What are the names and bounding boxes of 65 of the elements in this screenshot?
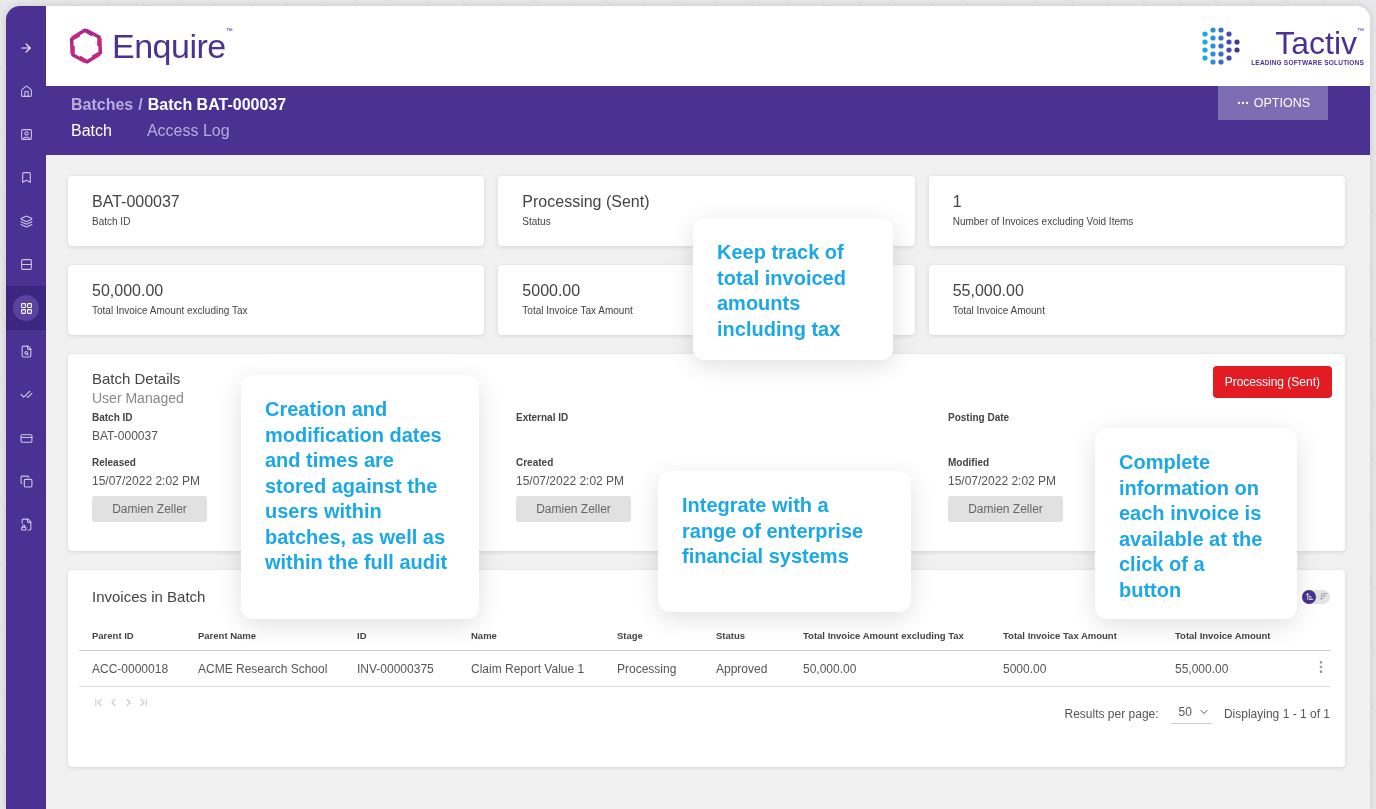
table-cell: 5000.00 xyxy=(990,650,1162,687)
field-value: 15/07/2022 2:02 PM xyxy=(948,474,1057,488)
table-cell: 55,000.00 xyxy=(1162,650,1282,687)
stat-value: 1 xyxy=(952,193,963,211)
stat-label: Total Invoice Amount xyxy=(952,305,1046,316)
callout: Creation and modification dates and times are stored against the users within batches, as well as within the full audit xyxy=(241,375,479,619)
column-header[interactable]: Stage xyxy=(604,630,703,651)
partner-name: Tactiv$^{™}$ xyxy=(1275,26,1364,59)
table-cell: Processing xyxy=(604,650,703,687)
stat-label: Status xyxy=(522,216,552,227)
card-subtitle: User Managed xyxy=(92,390,184,406)
field-label: Posting Date xyxy=(948,412,1010,423)
results-label: Results per page: xyxy=(1064,706,1159,721)
table-cell: INV-00000375 xyxy=(344,650,458,687)
user-button[interactable]: Damien Zeller xyxy=(92,496,207,522)
column-header[interactable]: Name xyxy=(458,630,604,651)
user-button[interactable]: Damien Zeller xyxy=(948,496,1063,522)
field-label: Batch ID xyxy=(92,412,133,423)
stat-value: 55,000.00 xyxy=(952,282,1025,300)
callout: Integrate with a range of enterprise financial systems xyxy=(658,471,911,612)
column-header[interactable]: Parent Name xyxy=(185,630,344,651)
column-header[interactable]: Total Invoice Tax Amount xyxy=(990,630,1162,651)
stat-label: Total Invoice Tax Amount xyxy=(522,305,634,316)
field-value: BAT-000037 xyxy=(92,429,158,443)
callout: Complete information on each invoice is available at the click of a button xyxy=(1095,428,1297,619)
page-title: Batch BAT-000037 xyxy=(147,96,287,114)
tab[interactable]: Access Log xyxy=(146,122,230,140)
stat-value: Processing (Sent) xyxy=(522,193,651,211)
stat-value: BAT-000037 xyxy=(92,193,181,211)
stat-label: Total Invoice Amount excluding Tax xyxy=(92,305,249,316)
status-badge: Processing (Sent) xyxy=(1212,366,1332,398)
table-cell: 50,000.00 xyxy=(790,650,990,687)
card-title: Invoices in Batch xyxy=(92,588,206,605)
page-size-select[interactable]: 50 xyxy=(1170,703,1212,724)
callout: Keep track of total invoiced amounts including tax xyxy=(693,218,893,360)
field-value: 15/07/2022 2:02 PM xyxy=(92,474,201,488)
column-header[interactable]: Total Invoice Amount xyxy=(1162,630,1282,651)
stat-label: Number of Invoices excluding Void Items xyxy=(952,216,1135,227)
brand-name: Enquire$^{™}$ xyxy=(112,26,233,66)
field-label: Created xyxy=(516,457,554,468)
table-cell: ACME Research School xyxy=(185,650,344,687)
column-header[interactable]: Total Invoice Amount excluding Tax xyxy=(790,630,990,651)
options-button[interactable]: OPTIONS xyxy=(1217,86,1328,120)
breadcrumb-link[interactable]: Batches xyxy=(71,96,134,114)
field-label: Modified xyxy=(948,457,990,468)
breadcrumb-separator: / xyxy=(138,96,143,114)
tab[interactable]: Batch xyxy=(71,122,112,140)
field-label: External ID xyxy=(516,412,569,423)
column-header[interactable]: Parent ID xyxy=(79,630,185,651)
nav-icon[interactable] xyxy=(13,295,39,322)
table-cell: ACC-0000018 xyxy=(79,650,185,687)
stat-label: Batch ID xyxy=(92,216,132,227)
stat-value: 50,000.00 xyxy=(92,282,165,300)
field-label: Released xyxy=(92,457,136,468)
sort-icon[interactable] xyxy=(1302,589,1316,604)
column-header[interactable]: ID xyxy=(344,630,458,651)
user-button[interactable]: Damien Zeller xyxy=(516,496,631,522)
table-cell: Claim Report Value 1 xyxy=(458,650,604,687)
field-value: 15/07/2022 2:02 PM xyxy=(516,474,625,488)
card-title: Batch Details xyxy=(92,370,182,387)
table-cell: Approved xyxy=(703,650,790,687)
column-header[interactable]: Status xyxy=(703,630,790,651)
displaying-text: Displaying 1 - 1 of 1 xyxy=(1223,706,1330,721)
stat-value: 5000.00 xyxy=(522,282,582,300)
expand-icon[interactable] xyxy=(19,40,33,55)
